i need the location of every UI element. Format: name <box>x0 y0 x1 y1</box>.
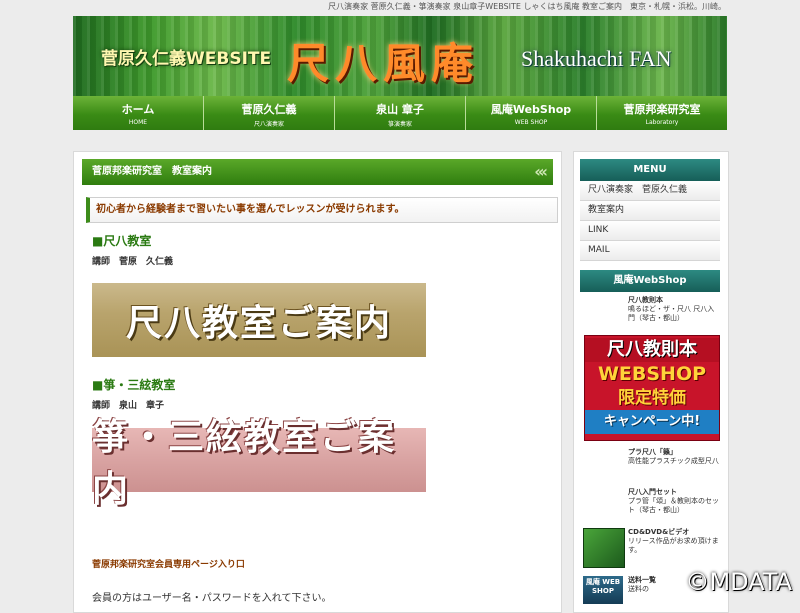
menu-item-link[interactable]: LINK <box>580 221 720 241</box>
copyright-watermark: ©MDATA <box>685 568 792 596</box>
shop-item-starter-set[interactable]: 尺八入門セット プラ管「頌」＆教則本のセット（琴古・都山） <box>580 488 720 520</box>
sidebar: MENU 尺八演奏家 菅原久仁義 教室案内 LINK MAIL 風庵WebSho… <box>573 151 729 613</box>
banner-left-title: 菅原久仁義WEBSITE <box>101 49 272 69</box>
nav-izumiyama[interactable]: 泉山 章子 箏演奏家 <box>335 96 466 130</box>
nav-laboratory[interactable]: 菅原邦楽研究室 Laboratory <box>597 96 727 130</box>
menu-item-mail[interactable]: MAIL <box>580 241 720 261</box>
member-login-note: 会員の方はユーザー名・パスワードを入れて下さい。 <box>92 593 332 604</box>
cd-dvd-thumbnail <box>583 528 625 568</box>
menu-item-sugawara[interactable]: 尺八演奏家 菅原久仁義 <box>580 181 720 201</box>
shop-item-plastic-shakuhachi[interactable]: プラ尺八「籟」 高性能プラスチック成型尺八 <box>580 448 720 480</box>
banner-logo-text: 尺八風庵 <box>287 39 480 88</box>
main-content: 菅原邦楽研究室 教室案内 ‹‹‹ 初心者から経験者まで習いたい事を選んでレッスン… <box>73 151 562 613</box>
nav-home[interactable]: ホーム HOME <box>73 96 204 130</box>
chevron-left-icon: ‹‹‹ <box>534 162 548 181</box>
main-nav: ホーム HOME 菅原久仁義 尺八演奏家 泉山 章子 箏演奏家 風庵WebSho… <box>73 96 727 130</box>
shop-item-textbook[interactable]: 尺八教則本 鳴るほど・ザ・尺八 尺八入門（琴古・都山） <box>580 296 720 328</box>
banner-right-title: Shakuhachi FAN <box>521 46 672 71</box>
koto-class-banner[interactable]: 箏・三絃教室ご案内 <box>92 417 426 510</box>
nav-webshop[interactable]: 風庵WebShop WEB SHOP <box>466 96 597 130</box>
shakuhachi-teacher: 講師 菅原 久仁義 <box>92 257 174 267</box>
koto-section-title: ■箏・三絃教室 <box>92 378 176 392</box>
webshop-campaign-banner[interactable]: 尺八教則本 WEBSHOP 限定特価 キャンペーン中! <box>584 335 720 441</box>
shakuhachi-class-banner[interactable]: 尺八教室ご案内 <box>92 283 426 357</box>
page-title: 菅原邦楽研究室 教室案内 ‹‹‹ <box>82 159 553 185</box>
member-page-link[interactable]: 菅原邦楽研究室会員専用ページ入り口 <box>92 557 245 570</box>
nav-sugawara[interactable]: 菅原久仁義 尺八演奏家 <box>204 96 335 130</box>
site-banner[interactable]: 菅原久仁義WEBSITE 尺八風庵 Shakuhachi FAN <box>73 16 727 96</box>
shop-item-cd-dvd[interactable]: CD&DVD&ビデオ リリース作品がお求め頂けます。 <box>580 528 720 568</box>
menu-title: MENU <box>580 159 720 181</box>
webshop-title: 風庵WebShop <box>580 270 720 292</box>
shakuhachi-section-title: ■尺八教室 <box>92 234 152 248</box>
top-tagline: 尺八演奏家 菅原久仁義・箏演奏家 泉山章子WEBSITE しゃくはち風庵 教室ご… <box>328 2 726 11</box>
menu-item-classes[interactable]: 教室案内 <box>580 201 720 221</box>
intro-text: 初心者から経験者まで習いたい事を選んでレッスンが受けられます。 <box>86 197 558 223</box>
